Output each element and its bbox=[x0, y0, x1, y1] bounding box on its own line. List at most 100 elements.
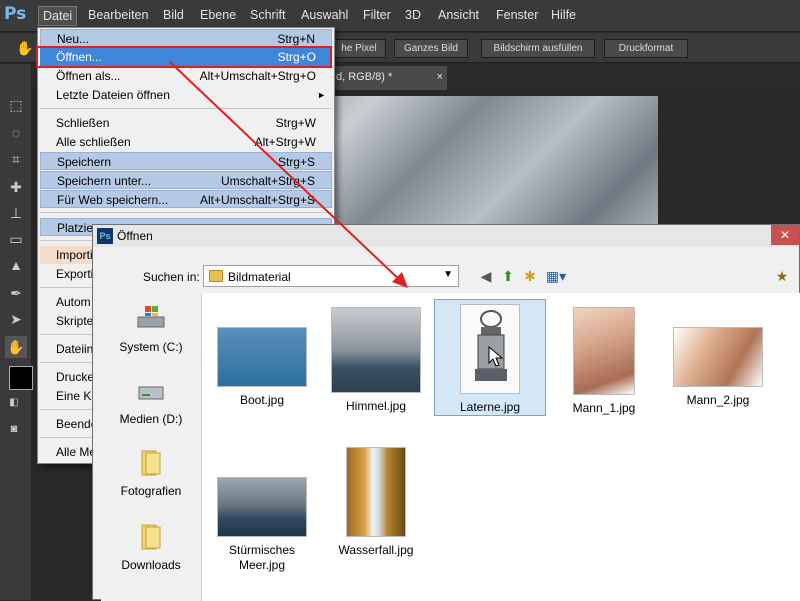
highlight-frame bbox=[36, 46, 332, 68]
menu-item-label: Importi bbox=[56, 248, 93, 262]
hand-tool-active-icon[interactable]: ✋ bbox=[5, 336, 27, 358]
menu-schrift[interactable]: Schrift bbox=[250, 8, 285, 22]
healing-tool-icon[interactable]: ✚ bbox=[5, 176, 27, 198]
place-label: Fotografien bbox=[120, 484, 182, 498]
document-tab[interactable]: d, RGB/8) * × bbox=[332, 66, 447, 90]
menu-item-recent[interactable]: Letzte Dateien öffnen ► bbox=[40, 86, 332, 104]
document-tab-title: d, RGB/8) * bbox=[336, 71, 393, 83]
dialog-title: Öffnen bbox=[117, 229, 153, 243]
view-menu-icon[interactable]: ▦▾ bbox=[543, 267, 569, 285]
menu-item-label: Für Web speichern... bbox=[57, 193, 169, 207]
place-media-drive[interactable]: Medien (D:) bbox=[101, 375, 201, 426]
file-item-boot[interactable]: Boot.jpg bbox=[206, 323, 318, 408]
file-thumbnail bbox=[673, 327, 763, 387]
menu-item-save[interactable]: Speichern Strg+S bbox=[40, 152, 332, 170]
menu-filter[interactable]: Filter bbox=[363, 8, 391, 22]
menu-item-shortcut: Strg+S bbox=[277, 155, 315, 169]
menu-item-label: Alle Me bbox=[56, 445, 97, 459]
file-name: Boot.jpg bbox=[239, 393, 285, 407]
menu-bearbeiten[interactable]: Bearbeiten bbox=[88, 8, 148, 22]
file-name: Mann_1.jpg bbox=[572, 401, 636, 415]
menu-item-label: Dateiinf bbox=[56, 342, 97, 356]
lasso-tool-icon[interactable]: ◌ bbox=[5, 122, 27, 144]
menu-3d[interactable]: 3D bbox=[405, 8, 421, 22]
place-label: Medien (D:) bbox=[119, 412, 183, 426]
fill-screen-button[interactable]: Bildschirm ausfüllen bbox=[481, 39, 595, 58]
close-icon[interactable]: ✕ bbox=[771, 225, 799, 245]
file-item-wasserfall[interactable]: Wasserfall.jpg bbox=[320, 443, 432, 558]
file-name: Wasserfall.jpg bbox=[338, 543, 414, 557]
pen-tool-icon[interactable]: ✒ bbox=[5, 282, 27, 304]
marquee-tool-icon[interactable]: ⬚ bbox=[5, 94, 27, 116]
tools-panel: ⬚ ◌ ⌗ ✚ ⊥ ▭ ▲ ✒ ➤ ✋ ◧ ◙ bbox=[0, 64, 33, 600]
menu-item-label: Drucke bbox=[56, 370, 95, 384]
place-fotografien[interactable]: Fotografien bbox=[101, 447, 201, 498]
file-item-mann-2[interactable]: Mann_2.jpg bbox=[662, 323, 774, 408]
menu-item-label: Platzier bbox=[57, 221, 98, 235]
menu-bild[interactable]: Bild bbox=[163, 8, 184, 22]
look-in-value: Bildmaterial bbox=[228, 270, 291, 284]
back-icon[interactable]: ◀ bbox=[477, 267, 495, 285]
menu-item-label: Autom bbox=[56, 295, 91, 309]
look-in-dropdown[interactable]: Bildmaterial ▼ bbox=[203, 265, 459, 287]
menu-item-open-as[interactable]: Öffnen als... Alt+Umschalt+Strg+O bbox=[40, 67, 332, 85]
crop-tool-icon[interactable]: ⌗ bbox=[5, 148, 27, 170]
menu-item-new[interactable]: Neu... Strg+N bbox=[40, 29, 332, 47]
windows-drive-icon bbox=[137, 306, 165, 328]
menu-separator bbox=[40, 212, 332, 213]
default-colors-icon[interactable]: ◧ bbox=[3, 392, 25, 414]
quick-mask-icon[interactable]: ◙ bbox=[3, 418, 25, 440]
actual-pixels-button[interactable]: he Pixel bbox=[332, 39, 386, 58]
menu-datei[interactable]: Datei bbox=[38, 6, 78, 26]
menu-item-label: Speichern unter... bbox=[57, 174, 152, 188]
menu-fenster[interactable]: Fenster bbox=[496, 8, 538, 22]
folder-icon bbox=[141, 450, 161, 476]
drive-icon bbox=[138, 386, 164, 400]
file-item-mann-1[interactable]: Mann_1.jpg bbox=[548, 303, 660, 416]
place-label: System (C:) bbox=[119, 340, 183, 354]
print-size-button[interactable]: Druckformat bbox=[604, 39, 688, 58]
fit-screen-button[interactable]: Ganzes Bild bbox=[394, 39, 468, 58]
photoshop-logo: Ps bbox=[4, 4, 27, 24]
place-downloads[interactable]: Downloads bbox=[101, 521, 201, 572]
tab-close-icon[interactable]: × bbox=[437, 66, 443, 88]
menu-ansicht[interactable]: Ansicht bbox=[438, 8, 479, 22]
place-label: Downloads bbox=[121, 558, 181, 572]
file-thumbnail bbox=[217, 477, 307, 537]
file-list: Boot.jpg Himmel.jpg Laterne.jpg Mann_1.j… bbox=[201, 293, 800, 601]
open-dialog: Ps Öffnen ✕ Suchen in: Bildmaterial ▼ ◀ … bbox=[92, 224, 800, 601]
sharpen-tool-icon[interactable]: ▲ bbox=[5, 254, 27, 276]
chevron-down-icon: ▼ bbox=[443, 269, 453, 280]
menu-separator bbox=[40, 108, 332, 109]
hand-tool-icon[interactable]: ✋ bbox=[14, 37, 36, 59]
file-thumbnail bbox=[346, 447, 406, 537]
file-thumbnail bbox=[573, 307, 635, 395]
mouse-cursor-icon bbox=[488, 346, 504, 367]
menu-item-close-all[interactable]: Alle schließen Alt+Strg+W bbox=[40, 133, 332, 151]
bridge-folder-icon[interactable]: ★ bbox=[773, 267, 791, 285]
stamp-tool-icon[interactable]: ⊥ bbox=[5, 202, 27, 224]
foreground-color-swatch[interactable] bbox=[9, 366, 33, 390]
up-folder-icon[interactable]: ⬆ bbox=[499, 267, 517, 285]
menu-item-label: Letzte Dateien öffnen bbox=[56, 88, 170, 102]
file-item-himmel[interactable]: Himmel.jpg bbox=[320, 303, 432, 414]
eraser-tool-icon[interactable]: ▭ bbox=[5, 228, 27, 250]
folder-icon bbox=[209, 270, 223, 282]
file-name: Mann_2.jpg bbox=[686, 393, 750, 407]
menu-item-save-for-web[interactable]: Für Web speichern... Alt+Umschalt+Strg+S bbox=[40, 190, 332, 208]
menu-item-shortcut: Umschalt+Strg+S bbox=[220, 174, 315, 188]
folder-icon bbox=[141, 524, 161, 550]
new-folder-icon[interactable]: ✱ bbox=[521, 267, 539, 285]
menu-item-save-as[interactable]: Speichern unter... Umschalt+Strg+S bbox=[40, 171, 332, 189]
menu-hilfe[interactable]: Hilfe bbox=[551, 8, 576, 22]
place-system-drive[interactable]: System (C:) bbox=[101, 303, 201, 354]
file-name: Stürmisches Meer.jpg bbox=[228, 543, 296, 572]
menu-item-close[interactable]: Schließen Strg+W bbox=[40, 114, 332, 132]
menu-item-label: Schließen bbox=[56, 116, 110, 130]
path-select-tool-icon[interactable]: ➤ bbox=[5, 308, 27, 330]
file-item-stuermisches-meer[interactable]: Stürmisches Meer.jpg bbox=[206, 473, 318, 573]
menu-ebene[interactable]: Ebene bbox=[200, 8, 236, 22]
menu-item-shortcut: Alt+Umschalt+Strg+S bbox=[199, 193, 315, 207]
menu-item-label: Alle schließen bbox=[56, 135, 131, 149]
menu-auswahl[interactable]: Auswahl bbox=[301, 8, 348, 22]
